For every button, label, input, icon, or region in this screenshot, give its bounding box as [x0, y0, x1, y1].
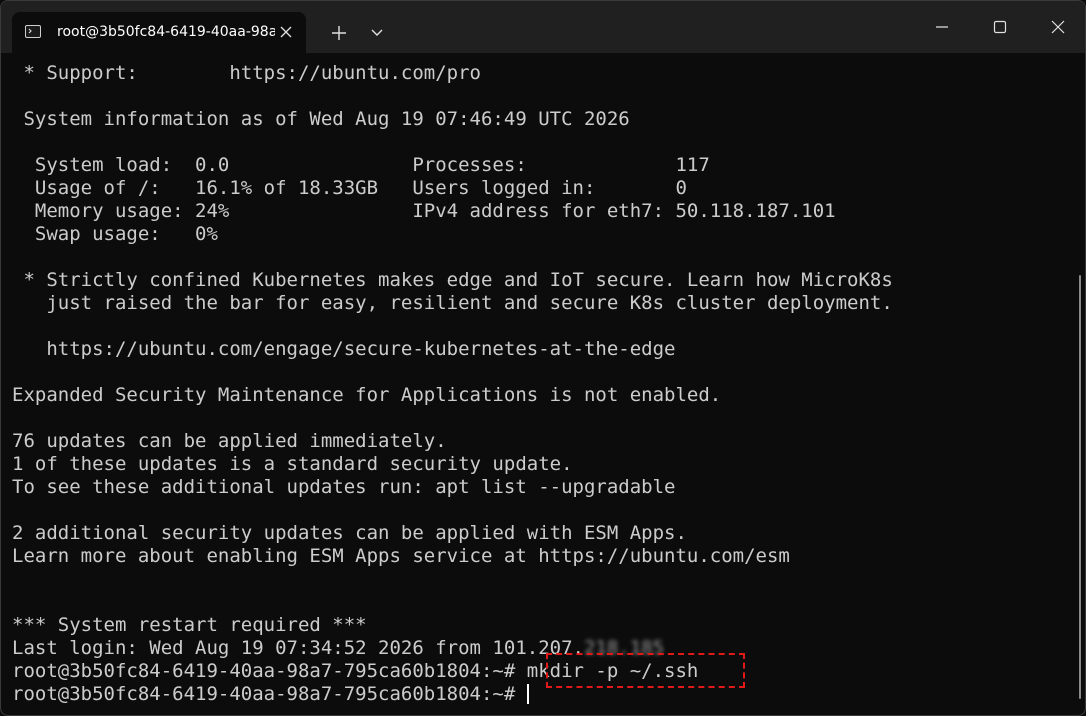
terminal-line: https://ubuntu.com/engage/secure-kuberne…: [12, 338, 676, 360]
vertical-scrollbar[interactable]: [1079, 275, 1081, 699]
terminal-line: *** System restart required ***: [12, 614, 367, 636]
tab-terminal[interactable]: root@3b50fc84-6419-40aa-98a7-795ca60b180…: [12, 12, 306, 53]
terminal-window: root@3b50fc84-6419-40aa-98a7-795ca60b180…: [0, 0, 1086, 716]
maximize-icon[interactable]: [971, 1, 1029, 53]
terminal-line: just raised the bar for easy, resilient …: [12, 292, 893, 314]
command-highlight-box: [546, 653, 745, 688]
terminal-line: Memory usage: 24% IPv4 address for eth7:…: [12, 200, 836, 222]
tab-title: root@3b50fc84-6419-40aa-98a7-795ca60b180…: [57, 24, 275, 40]
minimize-icon[interactable]: [913, 1, 971, 53]
terminal-icon: [25, 25, 41, 38]
active-prompt-line[interactable]: root@3b50fc84-6419-40aa-98a7-795ca60b180…: [12, 683, 1062, 706]
terminal-output[interactable]: * Support: https://ubuntu.com/pro System…: [12, 62, 1062, 712]
text-cursor: [526, 684, 529, 704]
terminal-line: 76 updates can be applied immediately.: [12, 430, 447, 452]
command-line: root@3b50fc84-6419-40aa-98a7-795ca60b180…: [12, 660, 1062, 683]
terminal-line: Learn more about enabling ESM Apps servi…: [12, 545, 790, 567]
chevron-down-icon[interactable]: [362, 18, 392, 48]
terminal-line: System information as of Wed Aug 19 07:4…: [12, 108, 630, 130]
shell-prompt: root@3b50fc84-6419-40aa-98a7-795ca60b180…: [12, 660, 516, 682]
terminal-line: * Strictly confined Kubernetes makes edg…: [12, 269, 893, 291]
terminal-line: Expanded Security Maintenance for Applic…: [12, 384, 722, 406]
last-login-line: Last login: Wed Aug 19 07:34:52 2026 fro…: [12, 637, 1062, 660]
shell-prompt: root@3b50fc84-6419-40aa-98a7-795ca60b180…: [12, 683, 516, 705]
last-login-text: Last login: Wed Aug 19 07:34:52 2026 fro…: [12, 637, 584, 659]
terminal-line: Swap usage: 0%: [12, 223, 218, 245]
terminal-line: To see these additional updates run: apt…: [12, 476, 676, 498]
tab-close-icon[interactable]: [277, 23, 295, 41]
terminal-line: Usage of /: 16.1% of 18.33GB Users logge…: [12, 177, 687, 199]
terminal-line: 1 of these updates is a standard securit…: [12, 453, 573, 475]
terminal-line: 2 additional security updates can be app…: [12, 522, 687, 544]
close-icon[interactable]: [1029, 1, 1085, 53]
terminal-line: * Support: https://ubuntu.com/pro: [12, 62, 481, 84]
plus-icon[interactable]: [324, 18, 354, 48]
terminal-line: System load: 0.0 Processes: 117: [12, 154, 710, 176]
title-bar: root@3b50fc84-6419-40aa-98a7-795ca60b180…: [1, 1, 1085, 53]
